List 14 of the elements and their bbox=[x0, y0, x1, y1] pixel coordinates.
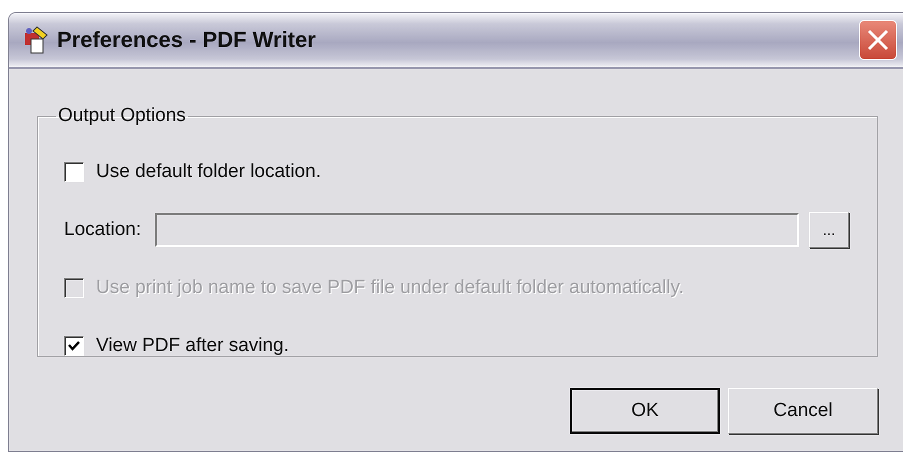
close-icon bbox=[867, 29, 889, 51]
dialog-button[interactable]: Cancel bbox=[728, 388, 878, 434]
app-icon bbox=[23, 25, 49, 55]
checkbox-label: Use default folder location. bbox=[96, 161, 321, 183]
field-label: Location: bbox=[64, 219, 142, 241]
checkmark-icon bbox=[68, 340, 80, 352]
checkbox[interactable] bbox=[64, 336, 84, 356]
checkbox-label: View PDF after saving. bbox=[96, 335, 289, 357]
dialog-button[interactable]: OK bbox=[570, 388, 720, 434]
window-title: Preferences - PDF Writer bbox=[57, 27, 317, 53]
checkbox-label: Use print job name to save PDF file under default folder automatically. bbox=[96, 277, 684, 299]
close-button[interactable] bbox=[859, 20, 897, 60]
group-title: Output Options bbox=[57, 105, 187, 127]
checkbox[interactable] bbox=[64, 162, 84, 182]
